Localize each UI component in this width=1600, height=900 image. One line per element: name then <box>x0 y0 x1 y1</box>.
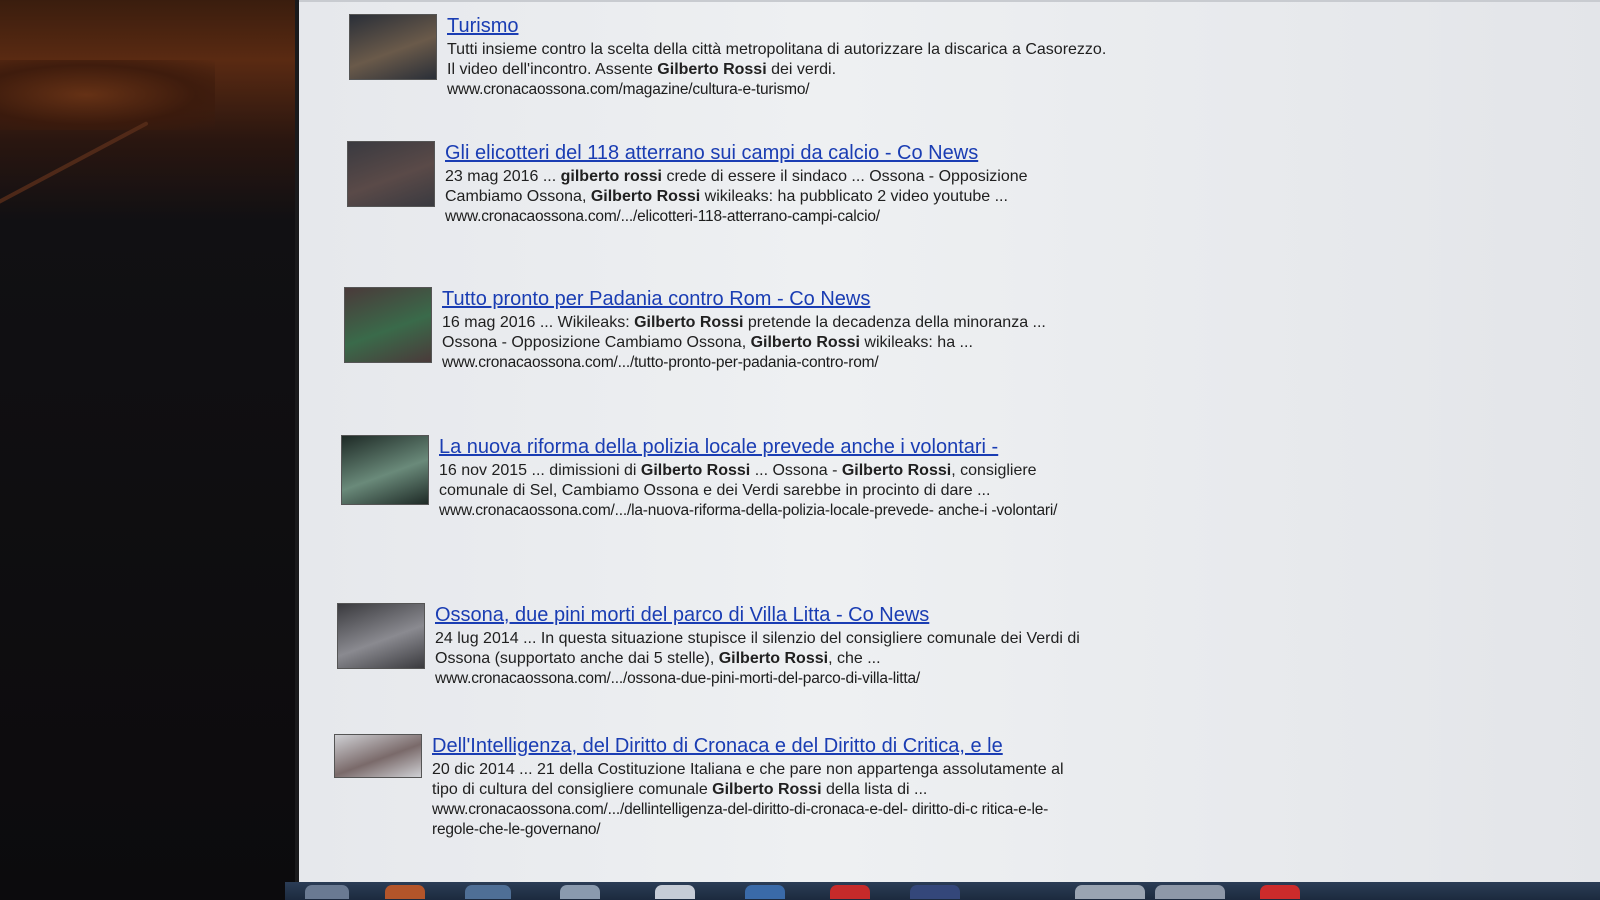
thumbnail-image <box>342 436 428 504</box>
result-url: www.cronacaossona.com/.../dellintelligen… <box>432 801 1049 838</box>
result-url: www.cronacaossona.com/magazine/cultura-e… <box>447 81 810 98</box>
taskbar-app-icon[interactable] <box>305 885 349 899</box>
snippet-text: 16 nov 2015 ... dimissioni di <box>439 462 641 479</box>
snippet-text: 16 mag 2016 ... Wikileaks: <box>442 314 635 331</box>
result-snippet: 23 mag 2016 ... gilberto rossi crede di … <box>445 167 1105 207</box>
snippet-text: ... Ossona - <box>750 462 842 479</box>
result-snippet: 16 mag 2016 ... Wikileaks: Gilberto Ross… <box>442 313 1102 353</box>
taskbar-app-icon[interactable] <box>655 885 695 899</box>
result-body: Tutto pronto per Padania contro Rom - Co… <box>442 287 1102 373</box>
result-thumbnail[interactable] <box>349 14 437 80</box>
photo-stage: Turismo Tutti insieme contro la scelta d… <box>0 0 1600 900</box>
monitor-bezel <box>0 0 300 900</box>
result-body: Turismo Tutti insieme contro la scelta d… <box>447 14 1107 100</box>
highlighted-term: Gilberto Rossi <box>634 314 744 331</box>
result-snippet: 24 lug 2014 ... In questa situazione stu… <box>435 629 1095 669</box>
result-url: www.cronacaossona.com/.../la-nuova-rifor… <box>439 502 1058 519</box>
snippet-text: , che ... <box>828 650 881 667</box>
result-url: www.cronacaossona.com/.../ossona-due-pin… <box>435 670 921 687</box>
highlighted-term: gilberto rossi <box>560 168 662 185</box>
thumbnail-image <box>338 604 424 668</box>
highlighted-term: Gilberto Rossi <box>841 462 952 479</box>
taskbar-app-icon[interactable] <box>385 885 425 899</box>
thumbnail-image <box>345 288 431 362</box>
taskbar-app-icon[interactable] <box>910 885 960 899</box>
taskbar-app-icon[interactable] <box>745 885 785 899</box>
snippet-text: 23 mag 2016 ... <box>445 168 561 185</box>
taskbar-app-icon[interactable] <box>465 885 511 899</box>
result-title-link[interactable]: Tutto pronto per Padania contro Rom - Co… <box>442 287 1102 311</box>
result-thumbnail[interactable] <box>347 141 435 207</box>
taskbar-app-icon[interactable] <box>830 885 870 899</box>
result-thumbnail[interactable] <box>344 287 432 363</box>
result-title-link[interactable]: La nuova riforma della polizia locale pr… <box>439 435 1099 459</box>
result-thumbnail[interactable] <box>337 603 425 669</box>
result-url: www.cronacaossona.com/.../tutto-pronto-p… <box>442 354 879 371</box>
thumbnail-image <box>335 735 421 777</box>
highlighted-term: Gilberto Rossi <box>640 462 751 479</box>
snippet-text: dei verdi. <box>766 61 837 78</box>
result-url: www.cronacaossona.com/.../elicotteri-118… <box>445 208 880 225</box>
thumbnail-image <box>348 142 434 206</box>
taskbar <box>285 882 1600 900</box>
result-body: Ossona, due pini morti del parco di Vill… <box>435 603 1095 689</box>
result-title-link[interactable]: Dell'Intelligenza, del Diritto di Cronac… <box>432 734 1092 758</box>
result-thumbnail[interactable] <box>334 734 422 778</box>
highlighted-term: Gilberto Rossi <box>750 334 860 351</box>
thumbnail-image <box>350 15 436 79</box>
browser-viewport: Turismo Tutti insieme contro la scelta d… <box>295 0 1600 882</box>
result-title-link[interactable]: Ossona, due pini morti del parco di Vill… <box>435 603 1095 627</box>
result-thumbnail[interactable] <box>341 435 429 505</box>
result-body: Gli elicotteri del 118 atterrano sui cam… <box>445 141 1105 227</box>
taskbar-app-icon[interactable] <box>560 885 600 899</box>
highlighted-term: Gilberto Rossi <box>712 781 822 798</box>
result-body: La nuova riforma della polizia locale pr… <box>439 435 1099 521</box>
result-title-link[interactable]: Gli elicotteri del 118 atterrano sui cam… <box>445 141 1105 165</box>
snippet-text: wikileaks: ha pubblicato 2 video youtube… <box>700 188 1008 205</box>
result-body: Dell'Intelligenza, del Diritto di Cronac… <box>432 734 1092 840</box>
taskbar-app-icon[interactable] <box>1075 885 1145 899</box>
snippet-text: wikileaks: ha ... <box>859 334 973 351</box>
highlighted-term: Gilberto Rossi <box>718 650 829 667</box>
viewport-top-border <box>299 0 1600 2</box>
taskbar-app-icon[interactable] <box>1260 885 1300 899</box>
result-snippet: 20 dic 2014 ... 21 della Costituzione It… <box>432 760 1092 800</box>
result-snippet: Tutti insieme contro la scelta della cit… <box>447 40 1107 80</box>
result-snippet: 16 nov 2015 ... dimissioni di Gilberto R… <box>439 461 1099 501</box>
highlighted-term: Gilberto Rossi <box>657 61 767 78</box>
snippet-text: della lista di ... <box>821 781 928 798</box>
highlighted-term: Gilberto Rossi <box>590 188 701 205</box>
result-title-link[interactable]: Turismo <box>447 14 1107 38</box>
lamp-reflection <box>0 60 215 130</box>
taskbar-app-icon[interactable] <box>1155 885 1225 899</box>
